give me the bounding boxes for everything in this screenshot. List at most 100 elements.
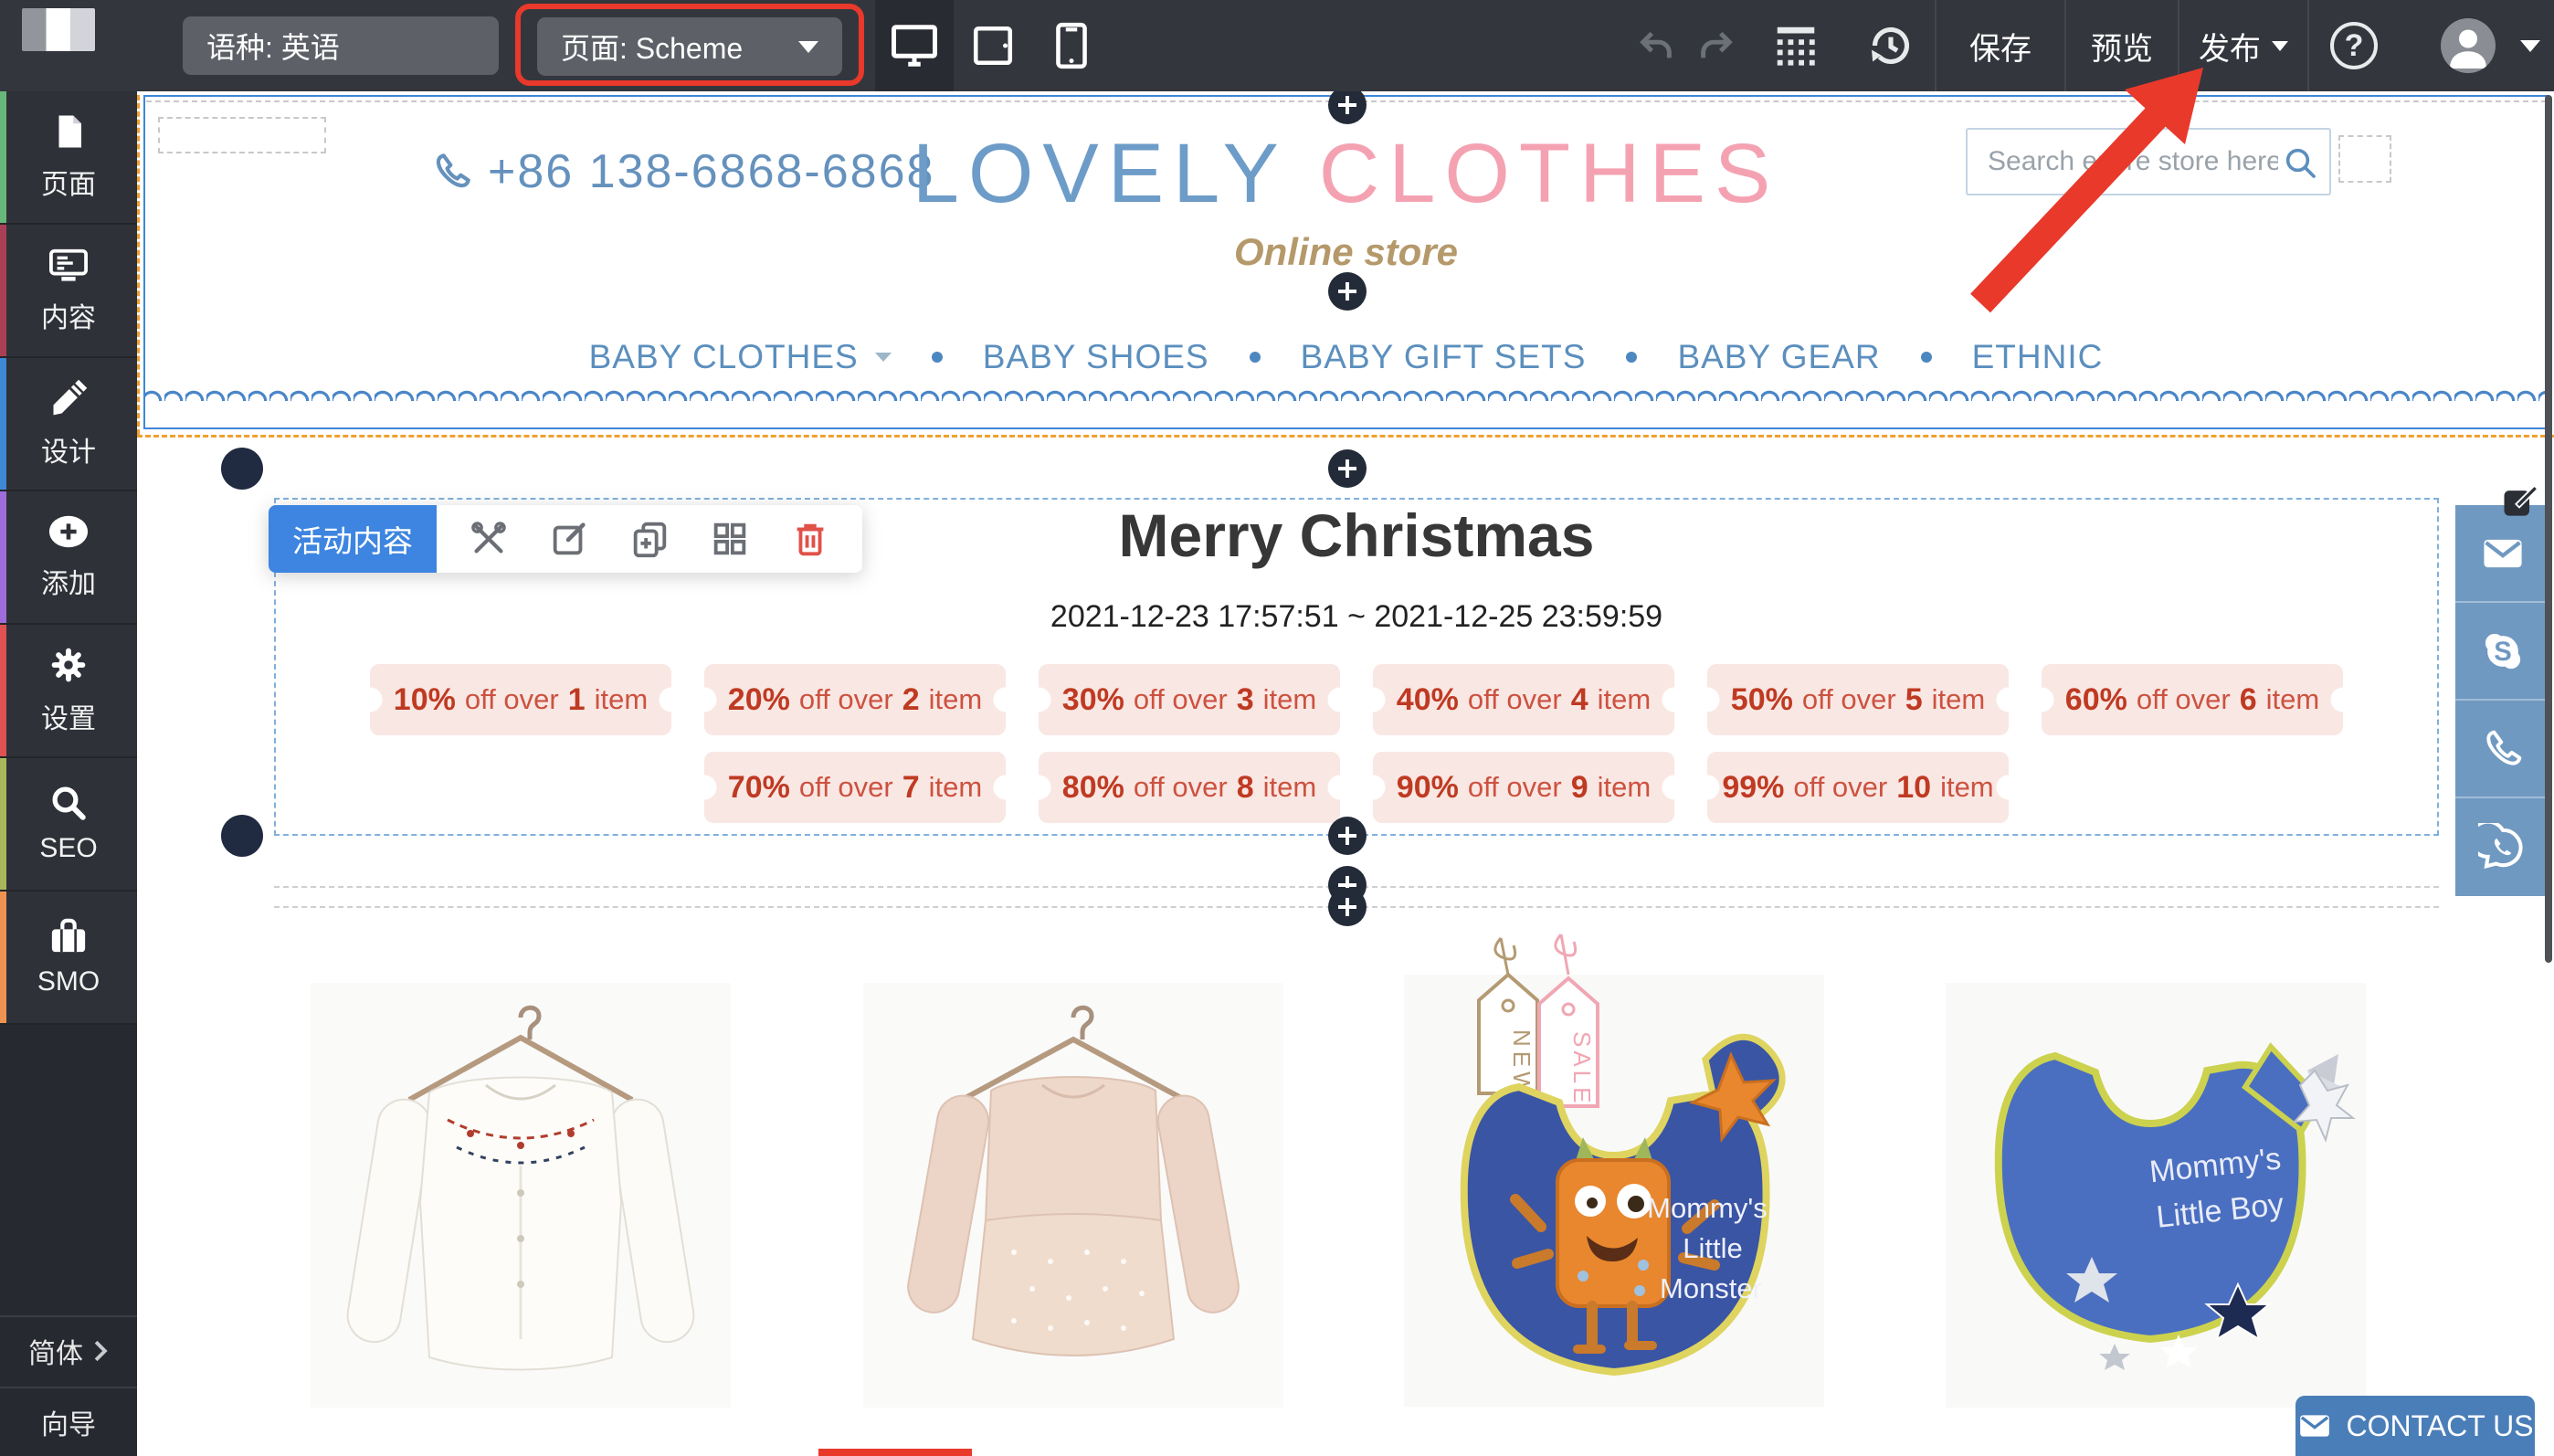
coupon-percent: 30% (1062, 682, 1124, 718)
mail-icon (2296, 1408, 2333, 1444)
coupon-off-text: off over (1468, 683, 1562, 716)
nav-item-baby-gear[interactable]: BABY GEAR (1677, 338, 1880, 376)
product-image-bib-boy[interactable]: Mommy's Little Boy (1946, 983, 2366, 1408)
desktop-icon (890, 23, 939, 69)
builder-sidebar: 页面 内容 设计 添加 设置 SEO SMO 简体 (0, 91, 137, 1456)
nav-dot-separator (932, 352, 943, 363)
edit-section-icon[interactable] (2497, 482, 2541, 522)
coupon-badge[interactable]: 10%off over1item (370, 664, 671, 735)
tag-sale: SALE (1568, 1031, 1596, 1107)
avatar[interactable] (2441, 18, 2496, 73)
coupon-badge[interactable]: 80%off over8item (1039, 752, 1340, 823)
redo-button[interactable] (1690, 0, 1741, 91)
store-tagline: Online store (143, 230, 2549, 274)
account-menu-button[interactable] (2510, 0, 2550, 91)
wavy-divider (143, 387, 2551, 401)
undo-button[interactable] (1631, 0, 1683, 91)
sidebar-item-design[interactable]: 设计 (0, 358, 137, 491)
coupon-percent: 90% (1397, 770, 1459, 806)
briefcase-icon (47, 917, 90, 955)
grid-layout-button[interactable] (1768, 0, 1823, 91)
save-button[interactable]: 保存 (1937, 0, 2064, 91)
product-image-pink-dress[interactable] (863, 983, 1283, 1408)
page-scrollbar[interactable] (2545, 95, 2552, 963)
section-drag-handle[interactable] (221, 448, 263, 490)
sidebar-item-label: SMO (37, 966, 100, 997)
coupon-count: 9 (1571, 770, 1588, 806)
device-tablet-button[interactable] (954, 0, 1032, 91)
user-icon (2441, 18, 2496, 73)
coupon-badge[interactable]: 30%off over3item (1039, 664, 1340, 735)
trash-icon[interactable] (789, 518, 831, 560)
sidebar-item-label: 页面 (41, 162, 96, 202)
search-input[interactable] (1968, 130, 2278, 194)
preview-button[interactable]: 预览 (2066, 0, 2178, 91)
coupon-off-text: off over (799, 683, 893, 716)
help-button[interactable]: ? (2322, 0, 2386, 91)
coupon-badge[interactable]: 99%off over10item (1707, 752, 2009, 823)
coupon-badge[interactable]: 50%off over5item (1707, 664, 2009, 735)
whatsapp-contact-button[interactable] (2455, 798, 2550, 896)
device-desktop-button[interactable] (875, 0, 954, 91)
coupon-off-text: off over (1468, 771, 1562, 804)
search-icon[interactable] (2282, 144, 2318, 181)
sidebar-language-switch[interactable]: 简体 (0, 1315, 137, 1385)
coupon-count: 5 (1905, 682, 1923, 718)
coupon-percent: 40% (1397, 682, 1459, 718)
skype-contact-button[interactable]: S (2455, 603, 2550, 701)
sidebar-item-content[interactable]: 内容 (0, 225, 137, 358)
add-block-button[interactable] (1328, 86, 1367, 124)
chevron-down-icon (875, 353, 892, 362)
coupon-count: 3 (1237, 682, 1254, 718)
nav-item-baby-clothes[interactable]: BABY CLOTHES (589, 338, 859, 376)
add-block-button[interactable] (1328, 272, 1367, 311)
add-block-button[interactable] (1328, 817, 1367, 855)
sidebar-wizard[interactable]: 向导 (0, 1387, 137, 1456)
product-image-bib-monster[interactable]: NEW SALE Mommy's Little Monster (1404, 927, 1824, 1407)
bib-text-line: Little (1683, 1232, 1742, 1264)
product-image-embroidered-blouse[interactable] (311, 983, 731, 1408)
coupon-percent: 99% (1722, 770, 1784, 806)
nav-item-ethnic[interactable]: ETHNIC (1972, 338, 2104, 376)
coupon-item-text: item (1932, 683, 1986, 716)
section-drag-handle[interactable] (221, 815, 263, 857)
coupon-item-text: item (1598, 683, 1652, 716)
duplicate-icon[interactable] (628, 518, 670, 560)
phone-contact-button[interactable] (2455, 701, 2550, 798)
publish-button[interactable]: 发布 (2179, 0, 2307, 91)
sidebar-item-smo[interactable]: SMO (0, 892, 137, 1025)
tools-icon[interactable] (468, 518, 510, 560)
coupon-percent: 20% (728, 682, 790, 718)
coupon-percent: 80% (1062, 770, 1124, 806)
sidebar-item-pages[interactable]: 页面 (0, 91, 137, 225)
wizard-label: 向导 (41, 1402, 96, 1442)
layout-grid-icon[interactable] (709, 518, 751, 560)
edit-icon[interactable] (548, 518, 590, 560)
search-icon (49, 784, 88, 822)
chevron-down-icon (2520, 40, 2540, 52)
orange-dashed-guide-vertical (137, 95, 140, 435)
logo-part-1: LOVELY (913, 127, 1287, 220)
coupon-badge[interactable]: 40%off over4item (1373, 664, 1674, 735)
design-icon (48, 378, 89, 418)
sidebar-item-label: 内容 (41, 295, 96, 335)
preview-label: 预览 (2091, 24, 2153, 69)
history-button[interactable] (1862, 0, 1920, 91)
coupon-count: 1 (568, 682, 586, 718)
sidebar-item-add[interactable]: 添加 (0, 491, 137, 625)
add-block-button[interactable] (1328, 888, 1367, 926)
contact-us-button[interactable]: CONTACT US (2295, 1396, 2535, 1456)
page-builder-stage: +86 138-6868-6868 LOVELY CLOTHES Online … (0, 0, 2554, 1456)
language-selector[interactable]: 语种: 英语 (183, 16, 499, 75)
coupon-badge[interactable]: 90%off over9item (1373, 752, 1674, 823)
sidebar-item-settings[interactable]: 设置 (0, 625, 137, 758)
coupon-badge[interactable]: 60%off over6item (2042, 664, 2343, 735)
device-mobile-button[interactable] (1032, 0, 1111, 91)
coupon-badge[interactable]: 70%off over7item (704, 752, 1006, 823)
nav-item-baby-shoes[interactable]: BABY SHOES (983, 338, 1209, 376)
nav-item-baby-gift-sets[interactable]: BABY GIFT SETS (1301, 338, 1587, 376)
coupon-off-text: off over (1793, 771, 1887, 804)
coupon-badge[interactable]: 20%off over2item (704, 664, 1006, 735)
add-block-button[interactable] (1328, 449, 1367, 488)
sidebar-item-seo[interactable]: SEO (0, 758, 137, 892)
